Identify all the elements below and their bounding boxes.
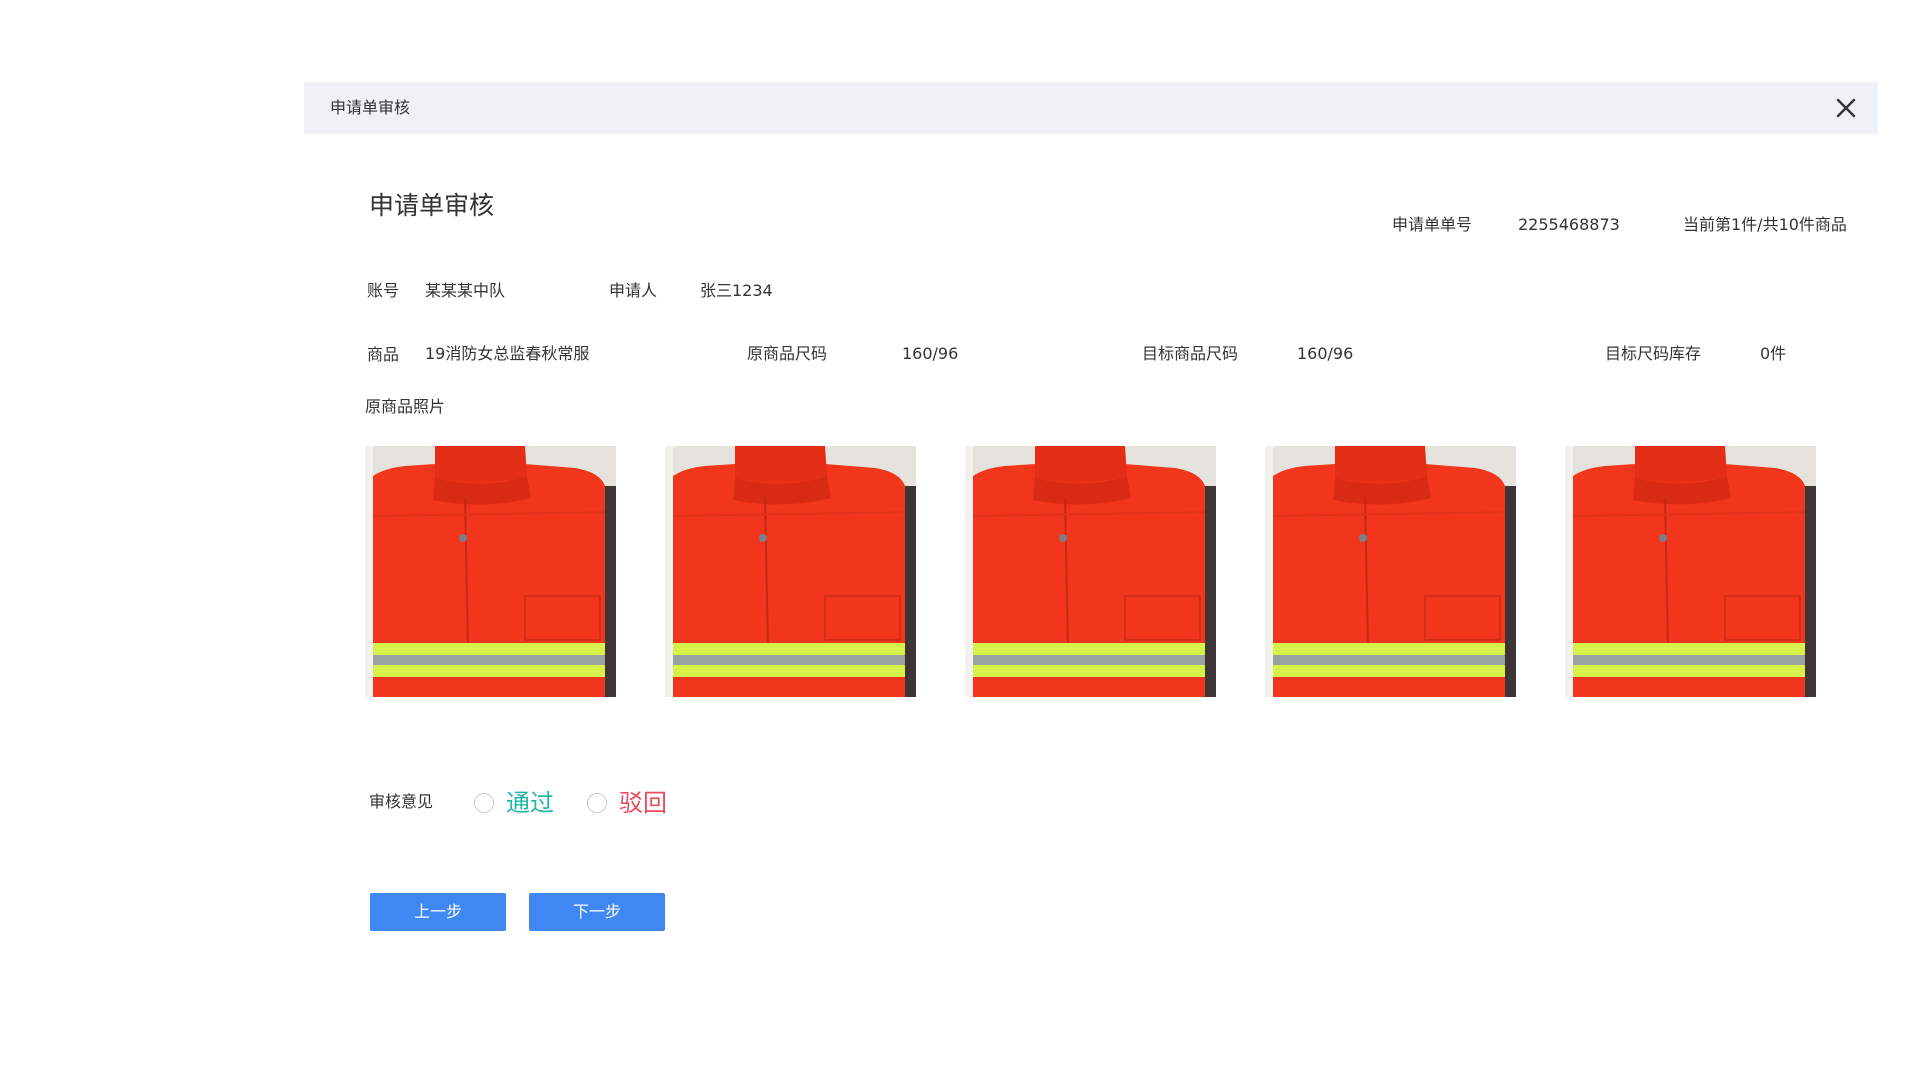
target-stock-value: 0件	[1760, 344, 1787, 363]
product-value: 19消防女总监春秋常服	[425, 344, 590, 363]
jacket-image	[1565, 446, 1816, 697]
product-photo[interactable]	[1565, 446, 1816, 697]
prev-step-button[interactable]: 上一步	[370, 893, 506, 931]
product-photo[interactable]	[365, 446, 616, 697]
page-title: 申请单审核	[369, 191, 495, 220]
order-number-value: 2255468873	[1518, 215, 1620, 234]
close-icon	[1836, 98, 1856, 118]
radio-circle[interactable]	[587, 793, 607, 813]
jacket-image	[665, 446, 916, 697]
target-size-label: 目标商品尺码	[1142, 344, 1239, 363]
product-label: 商品	[367, 345, 400, 364]
review-dialog: 申请单审核 申请单审核 申请单单号 2255468873 当前第1件/共10件商…	[304, 82, 1878, 982]
radio-circle[interactable]	[474, 793, 494, 813]
dialog-header: 申请单审核	[304, 82, 1878, 134]
target-stock-label: 目标尺码库存	[1605, 344, 1702, 363]
next-step-button[interactable]: 下一步	[529, 893, 665, 931]
radio-approve[interactable]: 通过	[474, 788, 554, 818]
product-photo[interactable]	[965, 446, 1216, 697]
order-number-label: 申请单单号	[1392, 215, 1473, 234]
jacket-image	[1265, 446, 1516, 697]
close-button[interactable]	[1834, 96, 1858, 120]
account-value: 某某某中队	[425, 281, 506, 300]
target-size-value: 160/96	[1297, 344, 1354, 363]
jacket-image	[965, 446, 1216, 697]
review-label: 审核意见	[369, 792, 434, 811]
product-photo[interactable]	[1265, 446, 1516, 697]
orig-size-label: 原商品尺码	[747, 344, 828, 363]
orig-size-value: 160/96	[902, 344, 959, 363]
product-photo[interactable]	[665, 446, 916, 697]
radio-approve-label: 通过	[506, 789, 554, 817]
photos-title: 原商品照片	[365, 397, 446, 416]
radio-reject-label: 驳回	[619, 789, 667, 817]
applicant-label: 申请人	[609, 281, 658, 300]
dialog-header-title: 申请单审核	[330, 98, 411, 117]
account-label: 账号	[367, 281, 400, 300]
radio-reject[interactable]: 驳回	[587, 788, 667, 818]
item-progress: 当前第1件/共10件商品	[1683, 215, 1847, 234]
jacket-image	[365, 446, 616, 697]
applicant-value: 张三1234	[700, 281, 773, 300]
